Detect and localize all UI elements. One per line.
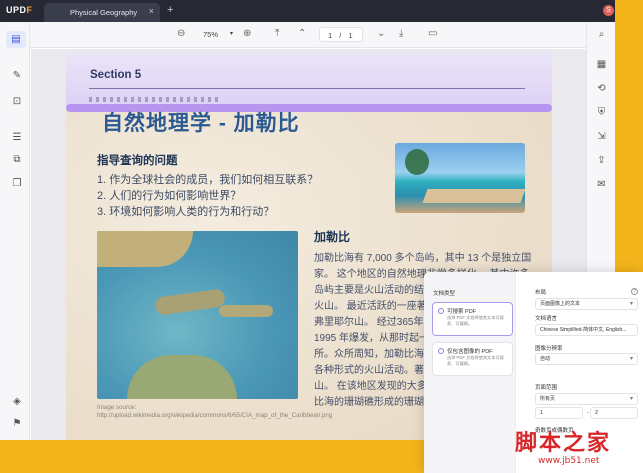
body-line: 火山。 最近活跃的一座著: [314, 301, 427, 312]
language-select[interactable]: Chinese Simplified-简体中文, English...: [535, 324, 638, 336]
beach-photo: [395, 143, 525, 213]
range-separator: -: [587, 410, 589, 416]
search-icon[interactable]: ⌕: [595, 28, 608, 41]
layout-select[interactable]: 页面图像上的文本 ▾: [535, 298, 638, 310]
page-number-field[interactable]: 1 / 1: [319, 27, 363, 42]
page-separator: /: [339, 31, 342, 40]
beach-shape: [422, 189, 525, 203]
page-total: 1: [348, 31, 353, 40]
map-landmass: [219, 305, 273, 317]
page-range-label: 页面范围: [535, 385, 558, 391]
layers-icon[interactable]: ◈: [11, 396, 23, 408]
reader-icon[interactable]: ▤: [6, 31, 26, 48]
comment-icon[interactable]: ▭: [428, 28, 437, 39]
caret-down-icon: ▾: [229, 31, 233, 37]
body-line: 弗里耶尔山。 经过365年的: [314, 317, 434, 328]
radio-button[interactable]: [438, 348, 444, 354]
doc-type-label: 文档类型: [433, 291, 456, 297]
language-value: Chinese Simplified-简体中文, English...: [540, 327, 627, 333]
protect-icon[interactable]: ⛨: [595, 106, 608, 119]
help-icon[interactable]: ?: [631, 288, 638, 295]
zoom-select[interactable]: 75% ▾: [196, 27, 236, 42]
document-title: 自然地理学 - 加勒比: [102, 112, 300, 135]
share-icon[interactable]: ⇪: [595, 154, 608, 167]
questions-heading: 指导查询的问题: [97, 155, 178, 167]
plus-icon[interactable]: +: [167, 4, 173, 16]
close-icon[interactable]: ×: [149, 6, 154, 16]
caribbean-map-image: [97, 231, 298, 399]
option-image-only-pdf[interactable]: 仅包含图像的 PDF 选择 PDF 文档将使其文本可搜索、可编辑。: [432, 342, 513, 376]
map-landmass: [127, 355, 237, 399]
option-searchable-pdf[interactable]: 可搜索 PDF 选择 PDF 文档将使其文本可搜索、可编辑。: [432, 302, 513, 336]
scan-icon[interactable]: ▦: [595, 58, 608, 71]
toolbar: ⊖ 75% ▾ ⊕ ⤒ ⌃ 1 / 1 ⌄ ⤓ ▭: [0, 22, 615, 48]
question-item: 3. 环境如何影响人类的行为和行动？: [97, 206, 275, 218]
range-end-input[interactable]: 2: [590, 407, 638, 419]
body-line: 所。众所周知，加勒比海的: [314, 349, 434, 360]
site-watermark: 脚本之家: [515, 430, 612, 456]
language-label: 文档语言: [535, 316, 558, 322]
convert-icon[interactable]: ⟲: [595, 82, 608, 95]
dotted-guide: [89, 97, 219, 102]
page-range-value: 所有页: [540, 396, 556, 402]
first-page-icon[interactable]: ⤒: [275, 28, 279, 39]
resolution-label: 图像分辨率: [535, 346, 563, 352]
next-page-icon[interactable]: ⌄: [377, 28, 385, 39]
avatar[interactable]: S: [603, 5, 614, 16]
site-watermark-url: www.jb51.net: [538, 456, 600, 466]
body-line: 1995 年爆发，从那时起一: [314, 333, 430, 344]
section-label: Section 5: [90, 69, 142, 81]
option-title: 仅包含图像的 PDF: [447, 349, 493, 355]
section-divider: [89, 88, 525, 89]
map-landmass: [97, 231, 193, 267]
body-heading: 加勒比: [314, 230, 351, 244]
resolution-value: 自动: [540, 356, 551, 362]
chevron-down-icon: ▾: [629, 301, 633, 307]
body-line: 加勒比海有 7,000 多个岛屿，其中 13 个是独立国: [314, 253, 532, 264]
palm-tree-shape: [405, 149, 429, 175]
mail-icon[interactable]: ✉: [595, 178, 608, 191]
map-caption: Image source: http://upload.wikimedia.or…: [97, 404, 333, 419]
zoom-in-icon[interactable]: ⊕: [243, 28, 251, 39]
option-description: 选择 PDF 文档将使其文本可搜索、可编辑。: [447, 315, 504, 326]
ocr-icon[interactable]: ⧉: [11, 154, 23, 166]
left-sidebar: ▤ ✎ ⊡ ☰ ⧉ ❐ ◈ ⚑: [0, 22, 30, 440]
question-item: 2. 人们的行为如何影响世界？: [97, 190, 242, 202]
last-page-icon[interactable]: ⤓: [399, 28, 403, 39]
page-current: 1: [328, 31, 333, 40]
app-logo: UPDF: [6, 5, 33, 15]
chevron-down-icon: ▾: [629, 396, 633, 402]
question-item: 1. 作为全球社会的成员，我们如何相互联系？: [97, 174, 319, 186]
bookmark-icon[interactable]: ⚑: [11, 418, 23, 430]
option-title: 可搜索 PDF: [447, 309, 477, 315]
page-range-select[interactable]: 所有页 ▾: [535, 393, 638, 405]
resolution-select[interactable]: 自动 ▾: [535, 353, 638, 365]
zoom-value: 75%: [203, 30, 219, 39]
range-start-input[interactable]: 1: [535, 407, 583, 419]
body-line: 比海的珊瑚礁形成的珊瑚: [314, 397, 424, 408]
form-icon[interactable]: ☰: [11, 132, 23, 144]
layout-label: 布局: [535, 290, 547, 296]
zoom-out-icon[interactable]: ⊖: [177, 28, 185, 39]
tab-label: Physical Geography: [70, 8, 138, 17]
body-line: 各种形式的火山活动。著: [314, 365, 424, 376]
option-description: 选择 PDF 文档将使其文本可搜索、可编辑。: [447, 355, 504, 366]
prev-page-icon[interactable]: ⌃: [298, 28, 306, 39]
organize-pages-icon[interactable]: ❐: [11, 178, 23, 190]
comment-tool-icon[interactable]: ✎: [11, 70, 23, 82]
body-line: 山。 在该地区发现的大多: [314, 381, 427, 392]
title-bar: UPDF Physical Geography × + S: [0, 0, 615, 22]
layout-value: 页面图像上的文本: [540, 301, 581, 307]
tab-physical-geography[interactable]: Physical Geography ×: [44, 3, 160, 22]
edit-pdf-icon[interactable]: ⊡: [11, 96, 23, 108]
radio-button[interactable]: [438, 308, 444, 314]
compress-icon[interactable]: ⇲: [595, 130, 608, 143]
body-line: 岛屿主要是火山活动的结果: [314, 285, 434, 296]
map-landmass: [154, 288, 226, 316]
chevron-down-icon: ▾: [629, 356, 633, 362]
